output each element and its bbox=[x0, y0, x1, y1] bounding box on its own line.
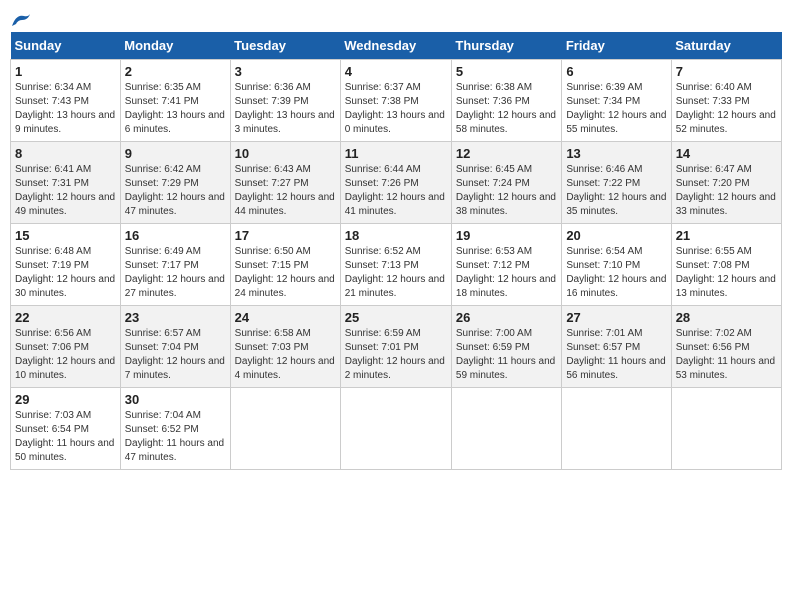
col-header-thursday: Thursday bbox=[451, 32, 561, 60]
calendar-cell-26: 26Sunrise: 7:00 AMSunset: 6:59 PMDayligh… bbox=[451, 306, 561, 388]
calendar-week-5: 29Sunrise: 7:03 AMSunset: 6:54 PMDayligh… bbox=[11, 388, 782, 470]
calendar-week-1: 1Sunrise: 6:34 AMSunset: 7:43 PMDaylight… bbox=[11, 60, 782, 142]
calendar-table: SundayMondayTuesdayWednesdayThursdayFrid… bbox=[10, 32, 782, 470]
logo-bird-icon bbox=[10, 12, 32, 28]
calendar-week-4: 22Sunrise: 6:56 AMSunset: 7:06 PMDayligh… bbox=[11, 306, 782, 388]
calendar-cell-18: 18Sunrise: 6:52 AMSunset: 7:13 PMDayligh… bbox=[340, 224, 451, 306]
header bbox=[10, 10, 782, 24]
calendar-cell-12: 12Sunrise: 6:45 AMSunset: 7:24 PMDayligh… bbox=[451, 142, 561, 224]
calendar-cell-25: 25Sunrise: 6:59 AMSunset: 7:01 PMDayligh… bbox=[340, 306, 451, 388]
calendar-cell-27: 27Sunrise: 7:01 AMSunset: 6:57 PMDayligh… bbox=[562, 306, 671, 388]
calendar-cell-21: 21Sunrise: 6:55 AMSunset: 7:08 PMDayligh… bbox=[671, 224, 781, 306]
calendar-cell-17: 17Sunrise: 6:50 AMSunset: 7:15 PMDayligh… bbox=[230, 224, 340, 306]
calendar-cell-4: 4Sunrise: 6:37 AMSunset: 7:38 PMDaylight… bbox=[340, 60, 451, 142]
calendar-cell-24: 24Sunrise: 6:58 AMSunset: 7:03 PMDayligh… bbox=[230, 306, 340, 388]
calendar-week-2: 8Sunrise: 6:41 AMSunset: 7:31 PMDaylight… bbox=[11, 142, 782, 224]
calendar-cell-9: 9Sunrise: 6:42 AMSunset: 7:29 PMDaylight… bbox=[120, 142, 230, 224]
calendar-cell-8: 8Sunrise: 6:41 AMSunset: 7:31 PMDaylight… bbox=[11, 142, 121, 224]
calendar-cell-empty bbox=[671, 388, 781, 470]
col-header-monday: Monday bbox=[120, 32, 230, 60]
calendar-week-3: 15Sunrise: 6:48 AMSunset: 7:19 PMDayligh… bbox=[11, 224, 782, 306]
calendar-cell-empty bbox=[562, 388, 671, 470]
calendar-cell-7: 7Sunrise: 6:40 AMSunset: 7:33 PMDaylight… bbox=[671, 60, 781, 142]
calendar-cell-5: 5Sunrise: 6:38 AMSunset: 7:36 PMDaylight… bbox=[451, 60, 561, 142]
calendar-cell-16: 16Sunrise: 6:49 AMSunset: 7:17 PMDayligh… bbox=[120, 224, 230, 306]
col-header-saturday: Saturday bbox=[671, 32, 781, 60]
calendar-header-row: SundayMondayTuesdayWednesdayThursdayFrid… bbox=[11, 32, 782, 60]
col-header-tuesday: Tuesday bbox=[230, 32, 340, 60]
col-header-sunday: Sunday bbox=[11, 32, 121, 60]
calendar-cell-3: 3Sunrise: 6:36 AMSunset: 7:39 PMDaylight… bbox=[230, 60, 340, 142]
calendar-cell-10: 10Sunrise: 6:43 AMSunset: 7:27 PMDayligh… bbox=[230, 142, 340, 224]
calendar-cell-13: 13Sunrise: 6:46 AMSunset: 7:22 PMDayligh… bbox=[562, 142, 671, 224]
calendar-cell-23: 23Sunrise: 6:57 AMSunset: 7:04 PMDayligh… bbox=[120, 306, 230, 388]
calendar-cell-empty bbox=[451, 388, 561, 470]
calendar-cell-6: 6Sunrise: 6:39 AMSunset: 7:34 PMDaylight… bbox=[562, 60, 671, 142]
calendar-cell-28: 28Sunrise: 7:02 AMSunset: 6:56 PMDayligh… bbox=[671, 306, 781, 388]
calendar-cell-20: 20Sunrise: 6:54 AMSunset: 7:10 PMDayligh… bbox=[562, 224, 671, 306]
col-header-wednesday: Wednesday bbox=[340, 32, 451, 60]
calendar-cell-29: 29Sunrise: 7:03 AMSunset: 6:54 PMDayligh… bbox=[11, 388, 121, 470]
calendar-cell-15: 15Sunrise: 6:48 AMSunset: 7:19 PMDayligh… bbox=[11, 224, 121, 306]
calendar-cell-empty bbox=[340, 388, 451, 470]
calendar-cell-30: 30Sunrise: 7:04 AMSunset: 6:52 PMDayligh… bbox=[120, 388, 230, 470]
col-header-friday: Friday bbox=[562, 32, 671, 60]
calendar-cell-empty bbox=[230, 388, 340, 470]
calendar-cell-1: 1Sunrise: 6:34 AMSunset: 7:43 PMDaylight… bbox=[11, 60, 121, 142]
calendar-cell-11: 11Sunrise: 6:44 AMSunset: 7:26 PMDayligh… bbox=[340, 142, 451, 224]
calendar-cell-22: 22Sunrise: 6:56 AMSunset: 7:06 PMDayligh… bbox=[11, 306, 121, 388]
calendar-cell-14: 14Sunrise: 6:47 AMSunset: 7:20 PMDayligh… bbox=[671, 142, 781, 224]
calendar-cell-2: 2Sunrise: 6:35 AMSunset: 7:41 PMDaylight… bbox=[120, 60, 230, 142]
calendar-cell-19: 19Sunrise: 6:53 AMSunset: 7:12 PMDayligh… bbox=[451, 224, 561, 306]
